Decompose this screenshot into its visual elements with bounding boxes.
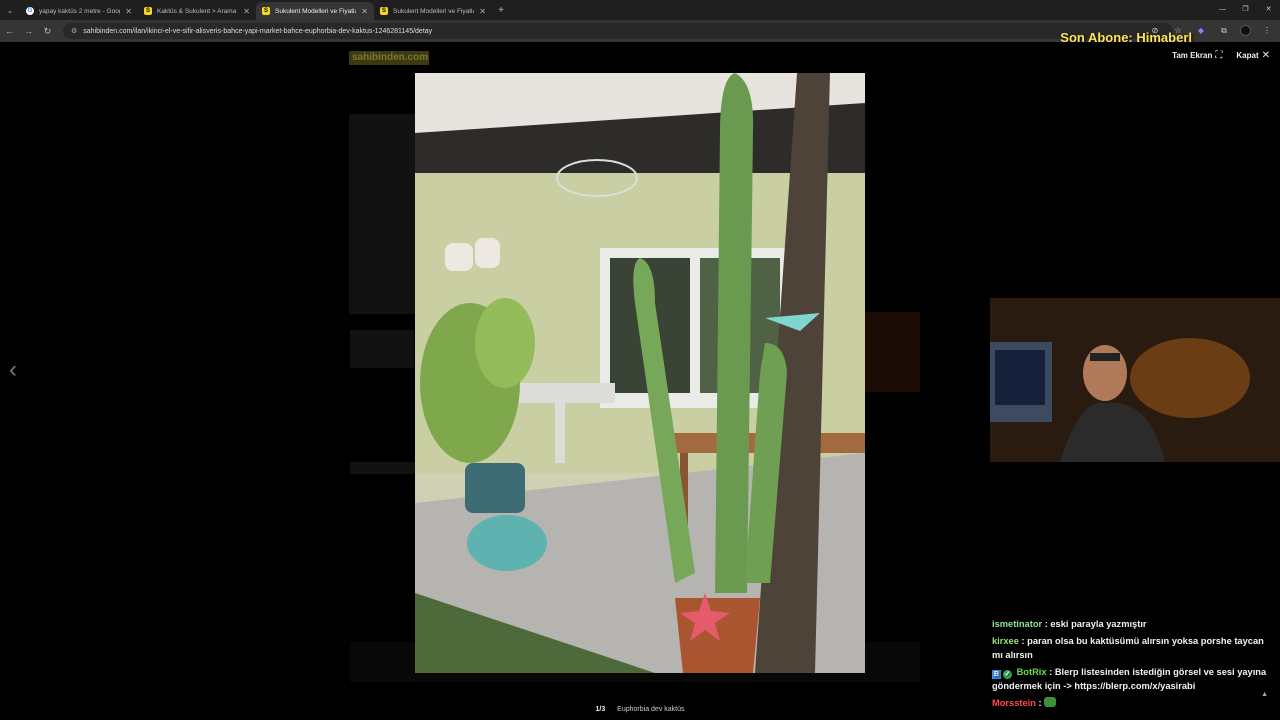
chat-message: ismetinator : eski parayla yazmıştır: [992, 619, 1147, 629]
more-menu-icon[interactable]: ⋮: [1260, 23, 1274, 39]
sahibinden-favicon-icon: S: [262, 7, 270, 15]
address-bar[interactable]: ⚙ sahibinden.com/ilan/ikinci-el-ve-sifir…: [63, 23, 1173, 39]
sahibinden-favicon-icon: S: [380, 7, 388, 15]
tab-search-icon[interactable]: ⌄: [0, 0, 20, 20]
tab-2[interactable]: S Kaktüs & Sukulent > Arama So ✕: [138, 2, 256, 20]
chat-message: B ✓ BotRix : Blerp listesinden istediğin …: [992, 667, 1267, 691]
last-subscriber-label: Son Abone: Himaberl: [1060, 30, 1192, 45]
forward-icon[interactable]: →: [19, 26, 38, 36]
tab-close-icon[interactable]: ✕: [479, 7, 486, 16]
tab-4[interactable]: S Sukulent Modelleri ve Fiyatları ✕: [374, 2, 492, 20]
google-favicon-icon: G: [26, 7, 34, 15]
extension-icon[interactable]: ◆: [1194, 23, 1208, 39]
chat-scroll-up-icon[interactable]: ▲: [1261, 691, 1268, 698]
image-title: Euphorbia dev kaktüs: [617, 706, 685, 713]
chat-text: eski parayla yazmıştır: [1050, 619, 1147, 629]
fullscreen-label: Tam Ekran: [1172, 51, 1213, 60]
fullscreen-icon: ⛶: [1215, 50, 1223, 61]
window-controls: — ❐ ✕: [1211, 0, 1280, 20]
chat-username: ismetinator: [992, 619, 1043, 629]
chat-username: Morsstein: [992, 698, 1036, 708]
stream-chat: ismetinator : eski parayla yazmıştır kir…: [992, 617, 1274, 713]
tab-1[interactable]: G yapay kaktüs 2 metre - Google ✕: [20, 2, 138, 20]
tab-close-icon[interactable]: ✕: [125, 7, 132, 16]
tab-3-active[interactable]: S Sukulent Modelleri ve Fiyatları ✕: [256, 2, 374, 20]
tab-close-icon[interactable]: ✕: [361, 7, 368, 16]
image-counter: 1/3: [595, 706, 606, 713]
minimize-icon[interactable]: —: [1211, 0, 1234, 20]
description-tab: [350, 462, 415, 474]
streamer-webcam: [990, 298, 1280, 462]
back-icon[interactable]: ←: [0, 26, 19, 36]
chat-text: paran olsa bu kaktüsümü alırsın yoksa po…: [992, 636, 1264, 660]
tab-title: yapay kaktüs 2 metre - Google: [39, 7, 121, 15]
tab-title: Sukulent Modelleri ve Fiyatları: [275, 7, 357, 15]
chat-username: BotRix: [1016, 667, 1047, 677]
close-label: Kapat: [1236, 51, 1259, 60]
restore-icon[interactable]: ❐: [1234, 0, 1257, 20]
site-logo: sahibinden.com: [349, 51, 429, 65]
chat-message: Morsstein :: [992, 696, 1274, 710]
site-info-icon[interactable]: ⚙: [71, 27, 77, 35]
browser-tab-bar: ⌄ G yapay kaktüs 2 metre - Google ✕ S Ka…: [0, 0, 1280, 20]
close-lightbox-button[interactable]: Kapat ✕: [1236, 50, 1270, 61]
lightbox-actions: Tam Ekran ⛶ Kapat ✕: [1172, 50, 1270, 61]
listing-image-area: [349, 114, 415, 314]
previous-image-icon[interactable]: ‹: [9, 356, 17, 384]
url-text: sahibinden.com/ilan/ikinci-el-ve-sifir-a…: [83, 27, 433, 35]
emote-icon: [1044, 697, 1057, 707]
sahibinden-favicon-icon: S: [144, 7, 152, 15]
puzzle-icon[interactable]: ⧉: [1217, 23, 1231, 39]
close-icon: ✕: [1261, 50, 1270, 61]
close-window-icon[interactable]: ✕: [1257, 0, 1280, 20]
listing-photo-euphorbia-cactus: [415, 73, 865, 673]
thumbnail-strip: [350, 330, 414, 368]
reload-icon[interactable]: ↻: [38, 26, 57, 37]
chat-message: kirxee : paran olsa bu kaktüsümü alırsın…: [992, 636, 1264, 660]
verified-badge-icon: ✓: [1003, 670, 1012, 679]
profile-avatar[interactable]: [1240, 25, 1251, 36]
chat-username: kirxee: [992, 636, 1019, 646]
tab-title: Kaktüs & Sukulent > Arama So: [157, 7, 239, 15]
tab-title: Sukulent Modelleri ve Fiyatları: [393, 7, 475, 15]
tab-close-icon[interactable]: ✕: [243, 7, 250, 16]
price-box: [865, 312, 920, 392]
new-tab-icon[interactable]: +: [492, 5, 510, 16]
fullscreen-button[interactable]: Tam Ekran ⛶: [1172, 50, 1222, 61]
bot-badge-icon: B: [992, 670, 1001, 679]
